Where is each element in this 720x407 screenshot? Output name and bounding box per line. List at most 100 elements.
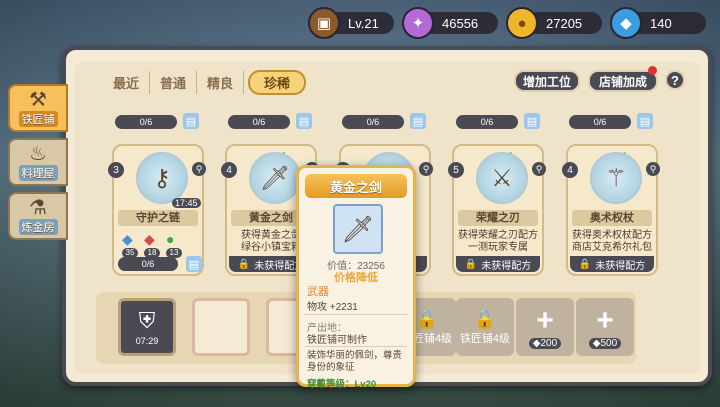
lock-icon: 🔒 [464, 258, 478, 270]
crafting-slot-empty[interactable] [192, 298, 250, 356]
gold-value: 27205 [546, 15, 583, 31]
gift-icon[interactable]: ▤ [637, 113, 653, 129]
progress-bar: 0/6 [118, 257, 178, 271]
staff-icon: ⚚ [590, 152, 642, 204]
filter-rare[interactable]: 珍稀 [248, 70, 307, 95]
status-bar: ▣ Lv.21 ✦ 46556 ● 27205 ◆ 140 [308, 7, 706, 39]
gift-icon[interactable]: ▤ [524, 113, 540, 129]
chain-amulet-icon: ⚷ [136, 152, 188, 204]
buy-slot-button[interactable]: + ◆200 [516, 298, 574, 356]
tab-label: 料理屋 [18, 165, 58, 181]
blade-icon: ⚔ [476, 152, 528, 204]
tab-kitchen[interactable]: ♨ 料理屋 [8, 138, 68, 186]
equip-requirement: 穿戴等级：Lv20 [307, 379, 377, 390]
gift-icon[interactable]: ▤ [183, 113, 199, 129]
pot-icon: ♨ [29, 143, 47, 165]
diamond-plus-icon: ◆ [610, 7, 642, 39]
filter-fine[interactable]: 精良 [197, 71, 245, 94]
lock-icon: 🔒 [473, 308, 497, 329]
red-crystal-icon: ◆ [144, 231, 155, 247]
add-station-button[interactable]: 增加工位 [514, 70, 580, 92]
progress-bar: 0/6 [228, 115, 290, 129]
gift-icon[interactable]: ▤ [296, 113, 312, 129]
material-item: ◆ 35 [122, 230, 138, 258]
recipe-level-badge: 5 [448, 162, 464, 178]
slot-price: ◆200 [528, 337, 562, 349]
magnifier-icon[interactable]: ⚲ [192, 162, 206, 176]
gold-counter[interactable]: ● 27205 [506, 7, 602, 39]
crafting-slot-active[interactable]: ⛨ 07:29 [118, 298, 176, 356]
filter-recent[interactable]: 最近 [103, 71, 151, 94]
recipe-source: 获得荣耀之刃配方 一测玩家专属 [458, 230, 538, 253]
magnifier-icon[interactable]: ⚲ [532, 162, 546, 176]
divider [305, 346, 407, 347]
recipe-level-badge: 4 [221, 162, 237, 178]
lock-icon: 🔒 [578, 258, 592, 270]
progress-bar: 0/6 [342, 115, 404, 129]
material-item: ◆ 18 [144, 230, 160, 258]
plus-icon: + [536, 303, 554, 337]
tooltip-title: 黄金之剑 [305, 174, 407, 198]
magnifier-icon[interactable]: ⚲ [646, 162, 660, 176]
item-tooltip: 黄金之剑 🗡 价值：23256 价格降低 武器 物攻 +2231 产出地： 铁匠… [296, 165, 416, 390]
lock-text: 未获得配方 [595, 260, 646, 272]
recipe-level-badge: 4 [562, 162, 578, 178]
item-type: 武器 [307, 286, 329, 298]
recipe-progress-strip: 0/6 ▤ [115, 113, 201, 131]
tab-blacksmith[interactable]: ⚒ 铁匠铺 [8, 84, 68, 132]
shop-bonus-button[interactable]: 店铺加成 [588, 70, 658, 92]
slot-timer: 07:29 [135, 336, 159, 346]
lock-text: 未获得配方 [481, 260, 532, 272]
crafting-slot-locked[interactable]: 🔒 铁匠铺4级 [456, 298, 514, 356]
chest-icon: ▣ [308, 7, 340, 39]
recipe-progress-strip: 0/6 ▤ [456, 113, 542, 131]
origin-value: 铁匠铺可制作 [307, 335, 367, 346]
recipe-card[interactable]: 5 ⚲ ✔ ⚔ 荣耀之刃 获得荣耀之刃配方 一测玩家专属 🔒 未获得配方 [448, 144, 546, 276]
recipe-progress-strip: 0/6 ▤ [228, 113, 314, 131]
slot-price: ◆500 [588, 337, 622, 349]
sword-icon: 🗡 [249, 152, 301, 204]
plus-icon: + [596, 303, 614, 337]
buy-slot-button[interactable]: + ◆500 [576, 298, 634, 356]
recipe-card[interactable]: 3 ⚲ ⚷ 17:45 守护之链 ◆ 35 ◆ 18 ● 13 0/6 ▤ [108, 144, 206, 276]
blue-crystal-icon: ◆ [122, 231, 133, 247]
tab-alchemy[interactable]: ⚗ 炼金房 [8, 192, 68, 240]
anvil-icon: ⚒ [29, 89, 47, 111]
material-list: ◆ 35 ◆ 18 ● 13 [122, 230, 182, 258]
gem-icon: ✦ [402, 7, 434, 39]
lock-icon: 🔒 [237, 258, 251, 270]
recipe-name: 守护之链 [118, 210, 198, 226]
flask-icon: ⚗ [29, 197, 47, 219]
notification-dot [648, 66, 657, 75]
gift-icon[interactable]: ▤ [186, 256, 202, 272]
recipe-name: 荣耀之刃 [458, 210, 538, 226]
diamond-value: 140 [650, 15, 672, 31]
recipe-lock-bar: 🔒 未获得配方 [456, 256, 540, 272]
recipe-name: 奥术权杖 [572, 210, 652, 226]
lock-icon: 🔒 [415, 308, 439, 329]
coin-icon: ● [506, 7, 538, 39]
recipe-card[interactable]: 4 ⚲ ✔ ⚚ 奥术权杖 获得奥术权杖配方 商店艾克希尔礼包 🔒 未获得配方 [562, 144, 660, 276]
divider [305, 314, 407, 315]
player-level[interactable]: ▣ Lv.21 [308, 7, 394, 39]
recipe-level-badge: 3 [108, 162, 124, 178]
diamond-counter[interactable]: ◆ 140 [610, 7, 706, 39]
sword-icon: 🗡 [333, 204, 383, 254]
help-button[interactable]: ? [665, 70, 685, 90]
tab-label: 炼金房 [18, 219, 58, 235]
magnifier-icon[interactable]: ⚲ [419, 162, 433, 176]
recipe-progress-strip: 0/6 ▤ [342, 113, 428, 131]
gift-icon[interactable]: ▤ [410, 113, 426, 129]
level-value: Lv.21 [348, 15, 379, 31]
shield-icon: ⛨ [138, 308, 156, 333]
filter-common[interactable]: 普通 [150, 71, 198, 94]
gem-counter[interactable]: ✦ 46556 [402, 7, 498, 39]
progress-bar: 0/6 [569, 115, 631, 129]
green-gem-icon: ● [166, 231, 175, 247]
progress-bar: 0/6 [115, 115, 177, 129]
recipe-lock-bar: 🔒 未获得配方 [570, 256, 654, 272]
progress-bar: 0/6 [456, 115, 518, 129]
rarity-filter: 最近 普通 精良 珍稀 [103, 70, 307, 95]
recipe-progress-strip: 0/6 ▤ [118, 256, 202, 272]
recipe-source: 获得奥术权杖配方 商店艾克希尔礼包 [572, 230, 652, 253]
